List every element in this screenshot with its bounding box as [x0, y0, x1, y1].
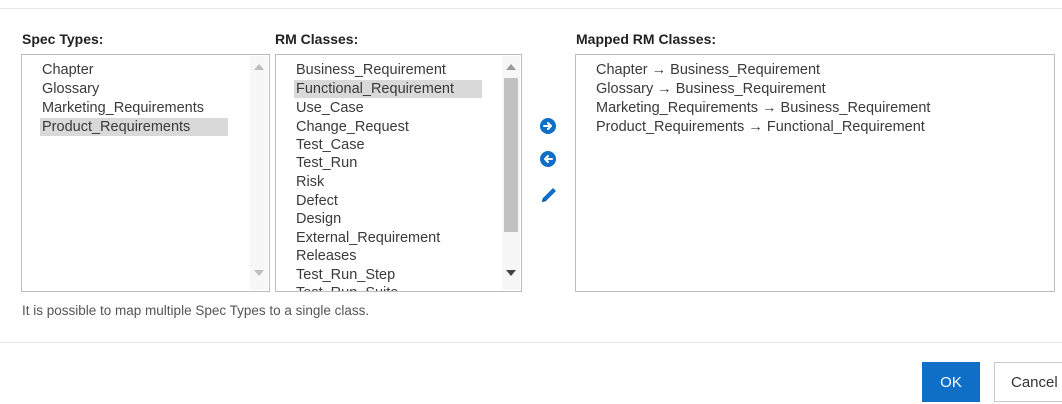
list-item[interactable]: Chapter	[40, 61, 96, 79]
list-item[interactable]: Marketing_Requirements → Business_Requir…	[594, 99, 932, 117]
help-note: It is possible to map multiple Spec Type…	[22, 303, 370, 318]
remove-mapping-button[interactable]	[540, 151, 556, 167]
list-item[interactable]: Test_Run	[294, 154, 359, 172]
list-item[interactable]: Change_Request	[294, 118, 411, 136]
ok-button[interactable]: OK	[922, 362, 980, 402]
list-item[interactable]: Design	[294, 210, 343, 228]
list-item[interactable]: Test_Run_Suite	[294, 284, 400, 291]
spec-types-label: Spec Types:	[22, 31, 104, 47]
list-item[interactable]: Glossary → Business_Requirement	[594, 80, 828, 98]
arrow-left-circle-icon	[544, 155, 553, 163]
footer-divider	[0, 342, 1062, 343]
spec-types-listbox[interactable]: Chapter Glossary Marketing_Requirements …	[21, 54, 270, 292]
list-item[interactable]: Use_Case	[294, 99, 366, 117]
scroll-down-icon[interactable]	[506, 270, 516, 276]
list-item[interactable]: Product_Requirements → Functional_Requir…	[594, 118, 927, 136]
rm-classes-scrollbar[interactable]	[502, 56, 520, 290]
scroll-down-icon[interactable]	[254, 270, 264, 276]
list-item[interactable]: Defect	[294, 192, 340, 210]
mapped-classes-label: Mapped RM Classes:	[576, 31, 717, 47]
pencil-icon	[542, 188, 556, 202]
list-item[interactable]: Test_Run_Step	[294, 266, 397, 284]
scroll-thumb[interactable]	[504, 78, 518, 232]
list-item[interactable]: Glossary	[40, 80, 101, 98]
mapped-classes-listbox[interactable]: Chapter → Business_Requirement Glossary …	[575, 54, 1055, 292]
list-item[interactable]: Releases	[294, 247, 358, 265]
list-item[interactable]: Marketing_Requirements	[40, 99, 206, 117]
list-item-selected[interactable]: Functional_Requirement	[294, 80, 482, 98]
top-divider	[0, 8, 1062, 9]
cancel-button[interactable]: Cancel	[994, 362, 1062, 402]
list-item-selected[interactable]: Product_Requirements	[40, 118, 228, 136]
list-item[interactable]: Risk	[294, 173, 326, 191]
scroll-up-icon[interactable]	[506, 64, 516, 70]
list-item[interactable]: Test_Case	[294, 136, 367, 154]
add-mapping-button[interactable]	[540, 118, 556, 134]
arrow-right-circle-icon	[543, 122, 552, 130]
scroll-up-icon[interactable]	[254, 64, 264, 70]
rm-classes-listbox[interactable]: Business_Requirement Functional_Requirem…	[275, 54, 522, 292]
rm-classes-label: RM Classes:	[275, 31, 359, 47]
list-item[interactable]: Business_Requirement	[294, 61, 448, 79]
spec-types-scrollbar[interactable]	[250, 56, 268, 290]
edit-mapping-button[interactable]	[538, 184, 560, 206]
list-item[interactable]: Chapter → Business_Requirement	[594, 61, 822, 79]
list-item[interactable]: External_Requirement	[294, 229, 442, 247]
